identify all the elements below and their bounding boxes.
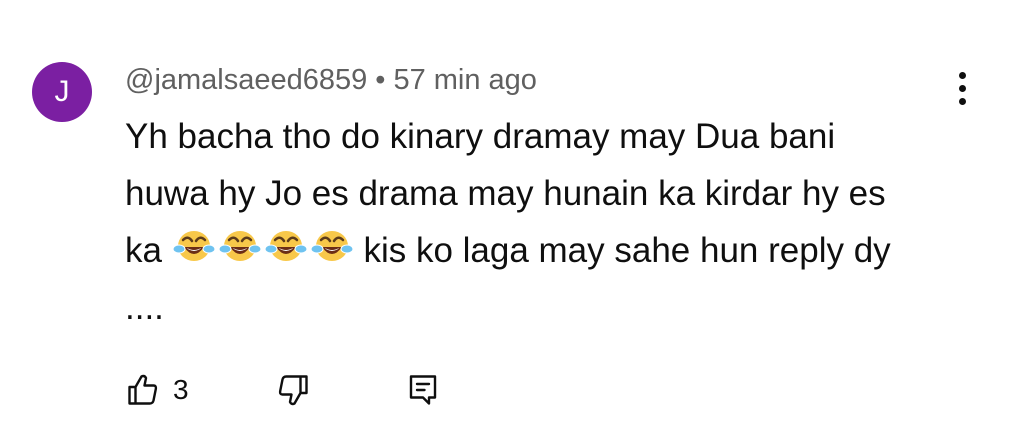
reply-comment-icon bbox=[409, 375, 437, 405]
more-dot-top bbox=[958, 71, 966, 79]
tears-of-joy-emoji-icon bbox=[172, 231, 216, 261]
avatar[interactable]: J bbox=[32, 62, 92, 122]
reply-button[interactable] bbox=[405, 368, 441, 412]
dislike-button[interactable] bbox=[275, 368, 405, 412]
like-count: 3 bbox=[173, 374, 189, 405]
emoji-group bbox=[172, 224, 354, 268]
thumbs-up-icon bbox=[128, 374, 158, 405]
tears-of-joy-emoji-icon bbox=[218, 231, 262, 261]
more-dot-middle bbox=[958, 84, 966, 92]
comment-actions: 3 bbox=[125, 368, 441, 412]
more-options-button[interactable] bbox=[944, 66, 980, 110]
thumbs-down-icon bbox=[278, 375, 308, 406]
tears-of-joy-emoji-icon bbox=[264, 231, 308, 261]
comment-text: Yh bacha tho do kinary dramay may Dua ba… bbox=[125, 108, 915, 336]
avatar-letter: J bbox=[54, 75, 70, 108]
comment-meta: @jamalsaeed6859 • 57 min ago bbox=[125, 58, 537, 102]
meta-separator: • bbox=[375, 64, 386, 96]
like-button[interactable]: 3 bbox=[125, 368, 275, 412]
author-handle[interactable]: @jamalsaeed6859 bbox=[125, 64, 367, 96]
more-dot-bottom bbox=[958, 97, 966, 105]
tears-of-joy-emoji-icon bbox=[310, 231, 354, 261]
comment-card: J @jamalsaeed6859 • 57 min ago Yh bacha th… bbox=[0, 0, 1024, 423]
timestamp[interactable]: 57 min ago bbox=[393, 64, 537, 96]
